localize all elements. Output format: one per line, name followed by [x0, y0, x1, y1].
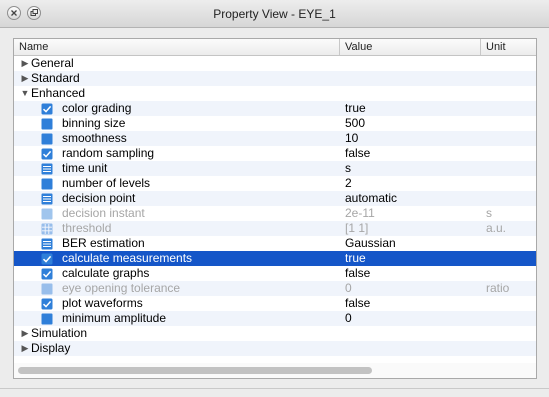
checkbox-icon — [41, 298, 53, 310]
property-name: eye opening tolerance — [62, 281, 181, 295]
property-value[interactable]: 10 — [345, 131, 358, 146]
list-icon — [41, 193, 53, 205]
property-rows: ▶ General ▶ Standard ▼ Enhanced color grading t… — [14, 56, 536, 356]
group-row[interactable]: ▶ General — [14, 56, 536, 71]
column-header-unit[interactable]: Unit — [481, 39, 536, 55]
property-row[interactable]: BER estimation Gaussian — [14, 236, 536, 251]
property-value[interactable]: [1 1] — [345, 221, 368, 236]
window-title: Property View - EYE_1 — [213, 7, 336, 21]
property-name: random sampling — [62, 146, 155, 160]
property-value[interactable]: s — [345, 161, 351, 176]
property-name: decision point — [62, 191, 136, 205]
property-row[interactable]: decision instant 2e-11 s — [14, 206, 536, 221]
property-row[interactable]: calculate graphs false — [14, 266, 536, 281]
group-label: Simulation — [31, 326, 88, 340]
grid-icon — [41, 223, 53, 235]
property-name: binning size — [62, 116, 126, 130]
property-name: smoothness — [62, 131, 127, 145]
property-name: calculate measurements — [62, 251, 193, 265]
group-label: Standard — [31, 71, 80, 85]
property-value[interactable]: 0 — [345, 281, 352, 296]
property-row[interactable]: minimum amplitude 0 — [14, 311, 536, 326]
property-row[interactable]: number of levels 2 — [14, 176, 536, 191]
title-bar[interactable]: Property View - EYE_1 — [0, 0, 549, 28]
property-name: BER estimation — [62, 236, 145, 250]
property-row[interactable]: plot waveforms false — [14, 296, 536, 311]
property-row[interactable]: decision point automatic — [14, 191, 536, 206]
scrollbar-thumb[interactable] — [18, 367, 372, 374]
table-header: Name Value Unit — [14, 39, 536, 56]
property-value[interactable]: false — [345, 296, 370, 311]
property-value[interactable]: false — [345, 146, 370, 161]
property-row[interactable]: color grading true — [14, 101, 536, 116]
property-name: minimum amplitude — [62, 311, 167, 325]
number-field-icon — [41, 313, 53, 325]
number-field-icon — [41, 283, 53, 295]
property-name: time unit — [62, 161, 108, 175]
checkbox-icon — [41, 148, 53, 160]
property-value[interactable]: false — [345, 266, 370, 281]
column-header-name[interactable]: Name — [14, 39, 339, 55]
property-value[interactable]: 2e-11 — [345, 206, 375, 221]
number-field-icon — [41, 178, 53, 190]
property-name: color grading — [62, 101, 132, 115]
property-value[interactable]: 2 — [345, 176, 352, 191]
group-label: Display — [31, 341, 71, 355]
property-row[interactable]: threshold [1 1] a.u. — [14, 221, 536, 236]
collapsed-triangle-icon[interactable]: ▶ — [20, 56, 30, 71]
property-table: Name Value Unit ▶ General ▶ Standard ▼ Enhanc… — [13, 38, 537, 379]
list-icon — [41, 163, 53, 175]
property-value[interactable]: 500 — [345, 116, 365, 131]
group-row[interactable]: ▶ Display — [14, 341, 536, 356]
checkbox-icon — [41, 103, 53, 115]
number-field-icon — [41, 208, 53, 220]
property-name: number of levels — [62, 176, 151, 190]
property-row[interactable]: smoothness 10 — [14, 131, 536, 146]
property-value[interactable]: Gaussian — [345, 236, 396, 251]
checkbox-icon — [41, 253, 53, 265]
group-label: Enhanced — [31, 86, 86, 100]
group-label: General — [31, 56, 74, 70]
collapsed-triangle-icon[interactable]: ▶ — [20, 341, 30, 356]
property-name: plot waveforms — [62, 296, 143, 310]
property-unit: a.u. — [486, 221, 507, 235]
group-row[interactable]: ▶ Simulation — [14, 326, 536, 341]
property-row[interactable]: random sampling false — [14, 146, 536, 161]
property-unit: s — [486, 206, 492, 220]
property-unit: ratio — [486, 281, 510, 295]
number-field-icon — [41, 133, 53, 145]
property-value[interactable]: true — [345, 251, 366, 266]
list-icon — [41, 238, 53, 250]
group-row[interactable]: ▼ Enhanced — [14, 86, 536, 101]
property-name: threshold — [62, 221, 112, 235]
property-value[interactable]: true — [345, 101, 366, 116]
divider — [0, 388, 549, 389]
column-header-value[interactable]: Value — [340, 39, 480, 55]
number-field-icon — [41, 118, 53, 130]
property-name: decision instant — [62, 206, 145, 220]
collapsed-triangle-icon[interactable]: ▶ — [20, 326, 30, 341]
property-row[interactable]: eye opening tolerance 0 ratio — [14, 281, 536, 296]
expanded-triangle-icon[interactable]: ▼ — [20, 86, 30, 101]
collapsed-triangle-icon[interactable]: ▶ — [20, 71, 30, 86]
property-value[interactable]: automatic — [345, 191, 397, 206]
property-row[interactable]: binning size 500 — [14, 116, 536, 131]
property-view-window: Property View - EYE_1 Name Value Unit ▶ G… — [0, 0, 549, 397]
checkbox-icon — [41, 268, 53, 280]
property-row[interactable]: time unit s — [14, 161, 536, 176]
property-value[interactable]: 0 — [345, 311, 352, 326]
horizontal-scrollbar[interactable] — [14, 363, 536, 378]
property-name: calculate graphs — [62, 266, 150, 280]
group-row[interactable]: ▶ Standard — [14, 71, 536, 86]
property-row[interactable]: calculate measurements true — [14, 251, 536, 266]
